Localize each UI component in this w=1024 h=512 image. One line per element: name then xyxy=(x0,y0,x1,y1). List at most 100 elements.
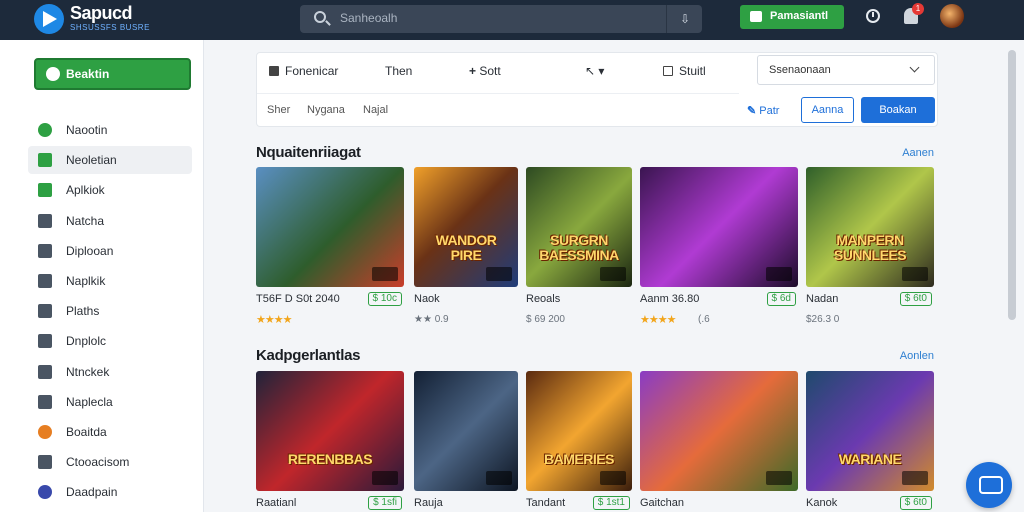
sidebar-item-10[interactable]: Naplecla xyxy=(28,388,192,416)
sidebar-item-5[interactable]: Diplooan xyxy=(28,237,192,265)
voice-search-icon[interactable]: ⇩ xyxy=(678,12,692,26)
game-thumbnail[interactable]: WARIANE xyxy=(806,371,934,491)
sidebar-item-1[interactable]: Naootin xyxy=(28,116,192,144)
price-badge: $ 6d xyxy=(766,292,796,306)
premium-button[interactable]: Pamasiantl xyxy=(740,5,844,29)
scrollbar-thumb[interactable] xyxy=(1008,50,1016,320)
sidebar-item-4[interactable]: Natcha xyxy=(28,207,192,235)
brush-icon xyxy=(269,66,279,76)
search-bar[interactable]: Sanheoalh ⇩ xyxy=(300,5,702,33)
rating-stars: ★★★★ xyxy=(640,314,676,326)
filter-tools[interactable]: ↖ ▾ xyxy=(585,64,604,78)
section-see-all-1[interactable]: Aanen xyxy=(902,147,934,159)
game-thumbnail[interactable] xyxy=(640,167,798,287)
game-title[interactable]: Tandant xyxy=(526,497,565,509)
sidebar-item-6[interactable]: Naplkik xyxy=(28,267,192,295)
game-art-title: MANPERN SUNNLEES xyxy=(833,232,907,263)
game-title[interactable]: Rauja xyxy=(414,497,443,509)
game-title[interactable]: Gaitchan xyxy=(640,497,684,509)
game-title[interactable]: Aanm 36.80 xyxy=(640,293,699,305)
platform-badge-icon xyxy=(486,267,512,281)
game-art-title: RERENBBAS xyxy=(287,451,373,467)
section-see-all-2[interactable]: Aonlen xyxy=(900,350,934,362)
game-title[interactable]: Raatianl xyxy=(256,497,296,509)
app-icon xyxy=(38,183,52,197)
game-meta: (.6 xyxy=(698,314,710,325)
price-badge: $ 6t0 xyxy=(899,292,932,306)
filter-link-button[interactable]: ✎ Patr xyxy=(747,104,779,117)
platform-badge-icon xyxy=(766,471,792,485)
game-title[interactable]: Nadan xyxy=(806,293,838,305)
tag-filter-3[interactable]: Najal xyxy=(363,104,388,116)
user-avatar[interactable] xyxy=(940,4,964,28)
sidebar-item-label: Boaitda xyxy=(66,425,107,439)
notification-badge: 1 xyxy=(912,3,924,15)
game-art-title: WARIANE xyxy=(838,451,902,467)
sidebar-item-2[interactable]: Neoletian xyxy=(28,146,192,174)
secondary-filter-button[interactable]: Aanna xyxy=(801,97,854,123)
search-input[interactable]: Sanheoalh xyxy=(340,11,397,25)
platform-badge-icon xyxy=(902,471,928,485)
sidebar-item-11[interactable]: Boaitda xyxy=(28,418,192,446)
filter-panel: Fonenicar Then + Sott ↖ ▾ Stuitl Ssenaon… xyxy=(256,52,938,127)
sort-select[interactable]: Ssenaonaan xyxy=(757,55,935,85)
game-thumbnail[interactable] xyxy=(256,167,404,287)
tag-filter-2[interactable]: Nygana xyxy=(307,104,345,116)
game-thumbnail[interactable] xyxy=(640,371,798,491)
game-thumbnail[interactable]: BAMERIES xyxy=(526,371,632,491)
sidebar-item-label: Ctooacisom xyxy=(66,455,130,469)
rating-stars: ★★★★ xyxy=(256,314,292,326)
game-art-title: BAMERIES xyxy=(544,451,614,467)
sidebar-item-7[interactable]: Plaths xyxy=(28,297,192,325)
sidebar-item-12[interactable]: Ctooacisom xyxy=(28,448,192,476)
gift-icon xyxy=(38,425,52,439)
game-thumbnail[interactable]: RERENBBAS xyxy=(256,371,404,491)
sidebar-item-13[interactable]: Daadpain xyxy=(28,478,192,506)
sidebar-item-9[interactable]: Ntnckek xyxy=(28,358,192,386)
edit-icon: ✎ xyxy=(747,105,760,117)
sidebar-primary-button[interactable]: Beaktin xyxy=(34,58,191,90)
filter-sort-label: Sott xyxy=(479,64,501,78)
platform-badge-icon xyxy=(372,267,398,281)
game-thumbnail[interactable] xyxy=(414,371,518,491)
game-title[interactable]: T56F D S0t 2040 xyxy=(256,293,340,305)
sidebar-item-8[interactable]: Dnplolc xyxy=(28,327,192,355)
sidebar-item-label: Naplkik xyxy=(66,274,106,288)
chat-button[interactable] xyxy=(966,462,1012,508)
platform-badge-icon xyxy=(600,471,626,485)
filter-sort[interactable]: + Sott xyxy=(469,64,501,78)
apply-filter-button[interactable]: Boakan xyxy=(861,97,935,123)
news-icon xyxy=(38,153,52,167)
sidebar-item-label: Naplecla xyxy=(66,395,113,409)
game-thumbnail[interactable]: SURGRN BAESSMINA xyxy=(526,167,632,287)
sidebar-item-3[interactable]: Aplkiok xyxy=(28,176,192,204)
game-thumbnail[interactable]: MANPERN SUNNLEES xyxy=(806,167,934,287)
tag-icon xyxy=(38,274,52,288)
price-badge: $ 6t0 xyxy=(899,496,932,510)
filter-type[interactable]: Then xyxy=(385,64,412,78)
sidebar-item-label: Neoletian xyxy=(66,153,117,167)
game-title[interactable]: Naok xyxy=(414,293,440,305)
main-content: Fonenicar Then + Sott ↖ ▾ Stuitl Ssenaon… xyxy=(204,40,1024,512)
sidebar-item-label: Daadpain xyxy=(66,485,118,499)
list-icon xyxy=(38,334,52,348)
game-title[interactable]: Kanok xyxy=(806,497,837,509)
game-title[interactable]: Reoals xyxy=(526,293,560,305)
scrollbar[interactable] xyxy=(1004,40,1024,512)
section-title-1: Nquaitenriiagat xyxy=(256,144,361,161)
history-icon[interactable] xyxy=(866,9,880,23)
gift-icon xyxy=(750,11,762,22)
sidebar-item-label: Aplkiok xyxy=(66,183,105,197)
platform-badge-icon xyxy=(486,471,512,485)
tag-filter-1[interactable]: Sher xyxy=(267,104,290,116)
logo-icon[interactable] xyxy=(34,4,64,34)
filter-platform[interactable]: Stuitl xyxy=(663,64,706,78)
game-art-title: WANDOR PIRE xyxy=(435,232,497,263)
platform-badge-icon xyxy=(766,267,792,281)
filter-category[interactable]: Fonenicar xyxy=(269,64,338,78)
sidebar-item-label: Diplooan xyxy=(66,244,114,258)
plus-icon: + xyxy=(469,64,480,78)
game-thumbnail[interactable]: WANDOR PIRE xyxy=(414,167,518,287)
edit-icon xyxy=(38,214,52,228)
monitor-icon xyxy=(663,66,673,76)
